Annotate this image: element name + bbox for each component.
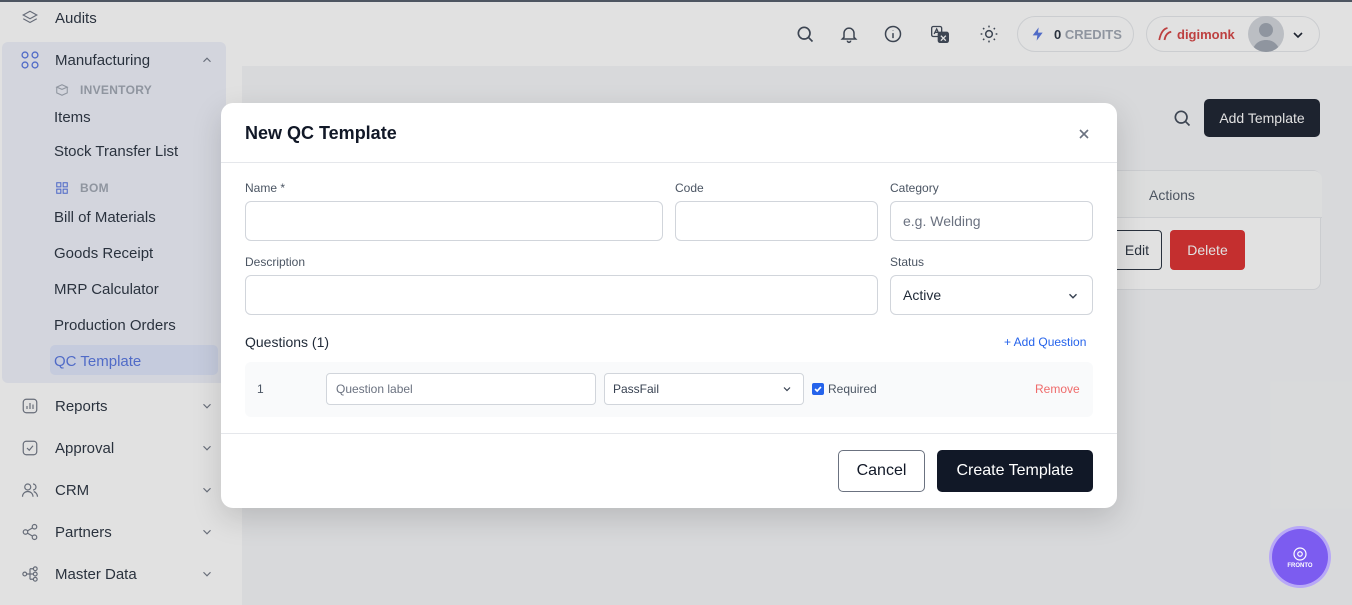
- code-label: Code: [675, 181, 704, 195]
- question-type-select[interactable]: PassFail: [604, 373, 804, 405]
- close-icon[interactable]: [1076, 126, 1092, 142]
- question-label-field[interactable]: [326, 373, 596, 405]
- status-value: Active: [903, 287, 942, 303]
- divider: [221, 162, 1117, 163]
- code-field[interactable]: [675, 201, 878, 241]
- remove-question-button[interactable]: Remove: [1035, 382, 1080, 396]
- assistant-fab[interactable]: FRONTO: [1272, 529, 1328, 585]
- category-label: Category: [890, 181, 939, 195]
- question-number: 1: [257, 382, 264, 396]
- dialog-title: New QC Template: [245, 123, 397, 143]
- assistant-label: FRONTO: [1287, 563, 1313, 569]
- check-icon: [814, 386, 822, 393]
- create-template-button[interactable]: Create Template: [937, 450, 1093, 492]
- name-label: Name *: [245, 181, 286, 195]
- category-field[interactable]: [890, 201, 1093, 241]
- new-qc-template-dialog: New QC Template Name * Code Category Des…: [221, 103, 1117, 508]
- divider: [221, 433, 1117, 434]
- status-select[interactable]: Active: [890, 275, 1093, 315]
- question-row: 1 PassFail Required Remove: [245, 362, 1093, 417]
- name-field[interactable]: [245, 201, 663, 241]
- description-label: Description: [245, 255, 306, 269]
- chevron-down-icon: [1069, 293, 1077, 299]
- chevron-down-icon: [783, 387, 791, 392]
- required-label: Required: [828, 382, 877, 396]
- required-checkbox[interactable]: [812, 383, 824, 395]
- add-question-button[interactable]: + Add Question: [1004, 335, 1086, 349]
- question-type-value: PassFail: [613, 382, 660, 396]
- questions-heading: Questions (1): [245, 334, 330, 350]
- assistant-logo-icon: [1293, 547, 1307, 561]
- description-field[interactable]: [245, 275, 878, 315]
- cancel-button[interactable]: Cancel: [838, 450, 925, 492]
- status-label: Status: [890, 255, 925, 269]
